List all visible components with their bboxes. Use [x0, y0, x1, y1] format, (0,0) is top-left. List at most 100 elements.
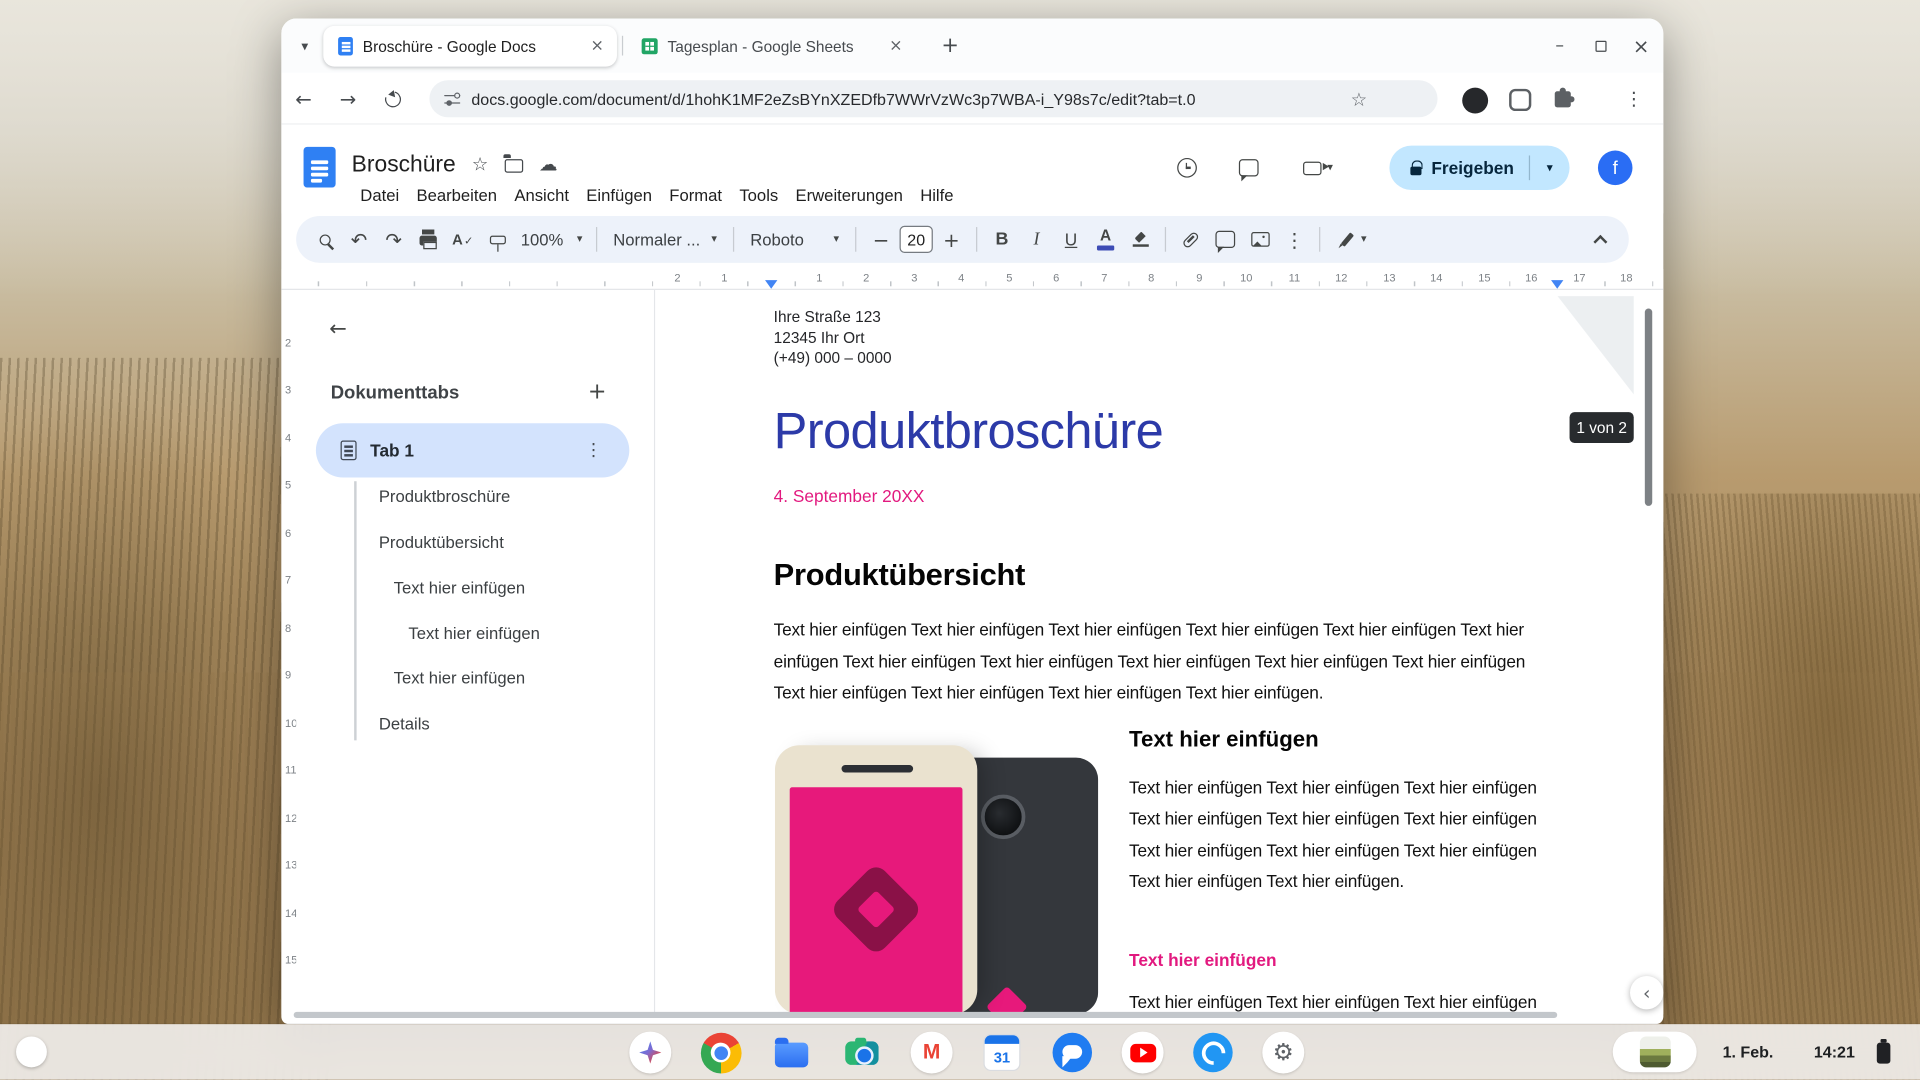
address-line: (+49) 000 – 0000 [774, 348, 892, 368]
shelf-app-gmail[interactable]: M [911, 1032, 953, 1074]
user-avatar[interactable]: f [1598, 151, 1633, 186]
tab-docs[interactable]: Broschüre - Google Docs × [323, 26, 617, 67]
zoom-select[interactable]: 100% ▾ [516, 222, 588, 257]
bookmark-star-icon[interactable]: ☆ [1351, 89, 1368, 111]
shelf-app-chrome[interactable] [700, 1032, 742, 1074]
star-document-icon[interactable]: ☆ [472, 153, 489, 175]
editing-mode-select[interactable]: ▾ [1329, 222, 1383, 257]
site-info-icon[interactable] [444, 92, 460, 106]
outline-item[interactable]: Produktübersicht [379, 526, 504, 561]
shelf-app-calendar[interactable]: 31 [981, 1032, 1023, 1074]
status-date[interactable]: 1. Feb. [1723, 1024, 1774, 1080]
font-size-input[interactable]: 20 [900, 226, 933, 253]
comments-button[interactable] [1231, 151, 1266, 186]
share-button[interactable]: Freigeben ▾ [1389, 146, 1569, 190]
url-input[interactable]: docs.google.com/document/d/1hohK1MF2eZsB… [429, 80, 1437, 117]
move-folder-icon[interactable] [504, 159, 523, 173]
menu-ansicht[interactable]: Ansicht [506, 184, 578, 207]
menu-tools[interactable]: Tools [731, 184, 787, 207]
shelf-app-messages[interactable] [1051, 1032, 1093, 1074]
undo-button[interactable]: ↶ [343, 222, 375, 257]
tab-sheets[interactable]: Tagesplan - Google Sheets × [627, 26, 916, 67]
ruler-number: 9 [1196, 271, 1202, 283]
shelf-app-files[interactable] [770, 1032, 812, 1074]
tab-options-icon[interactable]: ⋮ [585, 423, 602, 477]
forward-button[interactable]: → [331, 81, 366, 116]
ruler-number: 4 [285, 432, 291, 444]
print-button[interactable] [412, 222, 444, 257]
menu-bearbeiten[interactable]: Bearbeiten [408, 184, 506, 207]
outline-item[interactable]: Text hier einfügen [394, 661, 526, 696]
tab-close-icon[interactable]: × [886, 36, 906, 56]
tab-search-button[interactable]: ▾ [288, 28, 323, 63]
highlight-color-button[interactable] [1124, 222, 1156, 257]
document-page[interactable]: Ihre Straße 123 12345 Ihr Ort (+49) 000 … [655, 290, 1643, 1014]
profile-avatar-extension-icon[interactable] [1462, 88, 1488, 114]
battery-icon[interactable] [1877, 1043, 1891, 1064]
extensions-puzzle-icon[interactable] [1555, 91, 1571, 107]
horizontal-scrollbar[interactable] [294, 1012, 1558, 1018]
cloud-status-icon[interactable]: ☁ [539, 153, 558, 175]
menu-hilfe[interactable]: Hilfe [912, 184, 963, 207]
outline-item[interactable]: Text hier einfügen [394, 571, 526, 606]
sidebar-title: Dokumenttabs [331, 383, 460, 404]
spellcheck-button[interactable]: A✓ [447, 222, 479, 257]
menu-datei[interactable]: Datei [352, 184, 408, 207]
add-comment-button[interactable] [1209, 222, 1241, 257]
redo-button[interactable]: ↷ [378, 222, 410, 257]
ruler-number: 1 [721, 271, 727, 283]
menu-einfuegen[interactable]: Einfügen [578, 184, 661, 207]
outline-item[interactable]: Text hier einfügen [408, 617, 540, 652]
font-select[interactable]: Roboto ▾ [743, 222, 847, 257]
horizontal-ruler: 21123456789101112131415161718 [281, 269, 1663, 290]
reload-button[interactable] [375, 81, 410, 116]
sidebar-item-tab1[interactable]: Tab 1 ⋮ [316, 423, 629, 477]
paint-format-button[interactable] [481, 222, 513, 257]
window-minimize-button[interactable]: – [1542, 28, 1577, 63]
left-indent-marker[interactable] [765, 280, 777, 289]
shelf-app-camera[interactable] [840, 1032, 882, 1074]
screenshot-notification[interactable] [1613, 1032, 1697, 1073]
increase-font-size-button[interactable]: + [935, 222, 967, 257]
more-options-button[interactable]: ⋮ [1278, 222, 1310, 257]
right-indent-marker[interactable] [1551, 280, 1563, 289]
scrollbar-thumb[interactable] [1645, 308, 1652, 505]
shelf-app-assistant[interactable] [629, 1032, 671, 1074]
launcher-button[interactable] [16, 1037, 47, 1068]
new-tab-button[interactable]: + [933, 28, 968, 63]
insert-image-button[interactable] [1244, 222, 1276, 257]
paragraph-style-select[interactable]: Normaler ... ▾ [606, 222, 724, 257]
add-document-tab-button[interactable]: + [580, 374, 615, 409]
insert-link-button[interactable] [1175, 222, 1207, 257]
decrease-font-size-button[interactable]: − [865, 222, 897, 257]
underline-button[interactable]: U [1055, 222, 1087, 257]
window-close-button[interactable]: × [1624, 28, 1659, 63]
document-title[interactable]: Broschüre [352, 151, 456, 178]
status-time[interactable]: 14:21 [1814, 1024, 1855, 1080]
shelf-app-canvas[interactable] [1192, 1032, 1234, 1074]
browser-menu-button[interactable]: ⋮ [1616, 81, 1651, 116]
menu-erweiterungen[interactable]: Erweiterungen [787, 184, 912, 207]
outline-item[interactable]: Produktbroschüre [379, 480, 510, 515]
shelf-app-settings[interactable]: ⚙ [1262, 1032, 1304, 1074]
text-color-button[interactable]: A [1090, 222, 1122, 257]
extension-icon[interactable] [1509, 89, 1531, 111]
tab-close-icon[interactable]: × [587, 36, 607, 56]
sidebar-back-button[interactable]: ← [321, 312, 356, 347]
shelf-app-youtube[interactable] [1122, 1032, 1164, 1074]
version-history-button[interactable] [1170, 151, 1205, 186]
brochure-phones-image[interactable] [775, 730, 1098, 1014]
meet-button[interactable]: ▾ [1291, 151, 1345, 186]
menu-format[interactable]: Format [661, 184, 731, 207]
outline-item[interactable]: Details [379, 707, 430, 742]
bold-button[interactable]: B [986, 222, 1018, 257]
back-button[interactable]: ← [286, 81, 321, 116]
docs-logo-icon[interactable] [304, 147, 336, 188]
vertical-scrollbar[interactable] [1644, 290, 1654, 1014]
window-maximize-button[interactable] [1583, 28, 1618, 63]
side-panel-toggle-button[interactable]: ‹ [1630, 976, 1663, 1009]
collapse-toolbar-button[interactable] [1584, 222, 1616, 257]
search-menus-button[interactable] [308, 222, 340, 257]
italic-button[interactable]: I [1020, 222, 1052, 257]
share-dropdown-icon[interactable]: ▾ [1530, 161, 1570, 175]
